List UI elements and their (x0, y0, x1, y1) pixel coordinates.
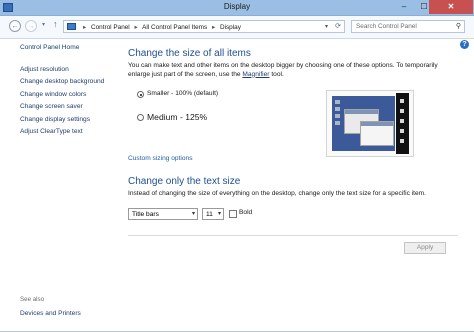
breadcrumb-display[interactable]: Display (220, 24, 241, 31)
smaller-option-label[interactable]: Smaller - 100% (default) (147, 90, 218, 97)
size-description: You can make text and other items on the… (128, 62, 458, 79)
display-preview-image (326, 90, 414, 157)
preview-bezel (396, 93, 409, 154)
breadcrumb-separator-icon[interactable]: ▸ (135, 24, 138, 31)
see-also-label: See also (20, 296, 45, 303)
magnifier-link[interactable]: Magnifier (242, 71, 269, 78)
preview-screen (332, 96, 395, 151)
address-dropdown-icon[interactable]: ▾ (325, 23, 328, 30)
address-bar[interactable]: ▸ Control Panel ▸ All Control Panel Item… (63, 20, 345, 33)
forward-arrow-icon[interactable]: → (25, 20, 37, 32)
font-size-value: 11 (206, 210, 213, 218)
chevron-down-icon: ▾ (217, 211, 221, 217)
sidebar-item-devices-and-printers[interactable]: Devices and Printers (20, 310, 81, 317)
chevron-down-icon: ▾ (191, 211, 195, 217)
custom-sizing-link[interactable]: Custom sizing options (128, 155, 193, 162)
apply-button[interactable]: Apply (404, 242, 446, 254)
close-button[interactable]: ✕ (429, 0, 473, 14)
sidebar-item-display-settings[interactable]: Change display settings (20, 116, 90, 123)
breadcrumb: ▸ Control Panel ▸ All Control Panel Item… (80, 23, 241, 31)
smaller-radio[interactable] (137, 91, 144, 98)
help-icon[interactable]: ? (460, 40, 469, 49)
navigation-bar: ← → ▾ ↑ ▸ Control Panel ▸ All Control Pa… (0, 16, 474, 39)
title-bar[interactable]: Display – ☐ ✕ (0, 0, 474, 16)
control-panel-icon (67, 23, 76, 30)
medium-option-label[interactable]: Medium - 125% (147, 112, 207, 122)
item-select[interactable]: Title bars ▾ (128, 208, 198, 220)
size-section-heading: Change the size of all items (128, 48, 251, 59)
size-description-tail: tool. (269, 70, 284, 78)
sidebar-item-control-panel-home[interactable]: Control Panel Home (20, 44, 79, 51)
breadcrumb-all-items[interactable]: All Control Panel Items (142, 24, 207, 31)
minimize-button[interactable]: – (394, 0, 414, 14)
text-section-heading: Change only the text size (128, 176, 241, 187)
font-size-select[interactable]: 11 ▾ (202, 208, 224, 220)
bold-checkbox[interactable] (229, 210, 237, 218)
search-placeholder: Search Control Panel (356, 23, 417, 30)
sidebar-item-window-colors[interactable]: Change window colors (20, 91, 86, 98)
up-arrow-icon[interactable]: ↑ (53, 19, 58, 29)
bold-label[interactable]: Bold (239, 209, 252, 216)
medium-radio[interactable] (137, 114, 144, 121)
search-icon[interactable]: ⚲ (456, 22, 461, 30)
search-input[interactable]: Search Control Panel ⚲ (351, 20, 465, 33)
text-size-description: Instead of changing the size of everythi… (128, 190, 426, 197)
sidebar-item-desktop-background[interactable]: Change desktop background (20, 78, 104, 85)
sidebar-item-cleartype[interactable]: Adjust ClearType text (20, 128, 83, 135)
refresh-icon[interactable]: ⟳ (335, 22, 341, 30)
divider (128, 235, 458, 236)
breadcrumb-separator-icon[interactable]: ▸ (83, 24, 86, 31)
preview-window (360, 121, 394, 146)
back-arrow-icon[interactable]: ← (9, 20, 21, 32)
sidebar-item-adjust-resolution[interactable]: Adjust resolution (20, 66, 69, 73)
recent-pages-chevron-icon[interactable]: ▾ (42, 21, 45, 28)
breadcrumb-control-panel[interactable]: Control Panel (91, 24, 130, 31)
item-select-value: Title bars (132, 210, 159, 218)
breadcrumb-separator-icon[interactable]: ▸ (212, 24, 215, 31)
sidebar-item-screen-saver[interactable]: Change screen saver (20, 103, 83, 110)
